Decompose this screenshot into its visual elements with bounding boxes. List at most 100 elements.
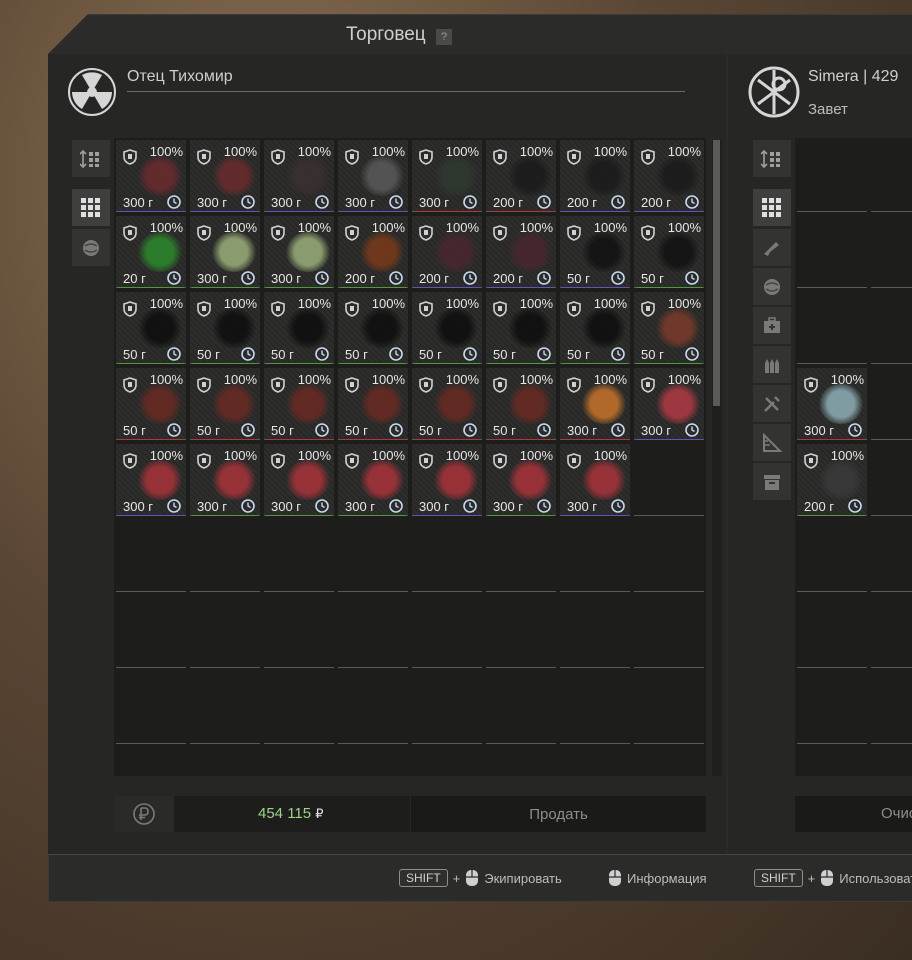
help-button[interactable]: ? [436,29,452,45]
sort-button[interactable] [72,140,110,177]
inventory-cell[interactable]: 100% 300 г [264,444,334,516]
inventory-cell[interactable] [871,520,912,592]
inventory-cell[interactable] [412,672,482,744]
inventory-cell[interactable]: 100% 50 г [560,292,630,364]
inventory-cell[interactable] [338,672,408,744]
inventory-cell[interactable]: 100% 50 г [338,292,408,364]
inventory-cell[interactable]: 100% 50 г [190,368,260,440]
inventory-cell[interactable] [486,672,556,744]
shield-icon [123,225,137,241]
inventory-cell[interactable]: 100% 50 г [486,292,556,364]
inventory-cell[interactable] [560,520,630,592]
inventory-cell[interactable] [264,672,334,744]
inventory-cell[interactable] [486,520,556,592]
inventory-cell[interactable]: 100% 300 г [190,140,260,212]
inventory-cell[interactable]: 100% 50 г [264,292,334,364]
inventory-cell[interactable] [560,672,630,744]
inventory-cell[interactable]: 100% 300 г [264,216,334,288]
inventory-cell[interactable]: 100% 300 г [264,140,334,212]
scrollbar-thumb[interactable] [713,140,720,406]
inventory-cell[interactable]: 100% 20 г [116,216,186,288]
inventory-cell[interactable] [264,520,334,592]
inventory-cell[interactable] [871,292,912,364]
inventory-cell[interactable]: 100% 50 г [634,216,704,288]
inventory-cell[interactable] [634,444,704,516]
inventory-cell[interactable] [190,596,260,668]
inventory-cell[interactable]: 100% 50 г [190,292,260,364]
inventory-cell[interactable] [338,520,408,592]
inventory-cell[interactable] [871,140,912,212]
inventory-cell[interactable]: 100% 300 г [486,444,556,516]
inventory-cell[interactable] [116,596,186,668]
inventory-cell[interactable] [797,672,867,744]
inventory-cell[interactable]: 100% 200 г [797,444,867,516]
inventory-cell[interactable]: 100% 50 г [486,368,556,440]
inventory-cell[interactable] [486,596,556,668]
shield-icon [345,149,359,165]
inventory-cell[interactable]: 100% 300 г [116,444,186,516]
inventory-cell[interactable]: 100% 50 г [116,292,186,364]
inventory-cell[interactable]: 100% 50 г [264,368,334,440]
inventory-cell[interactable]: 100% 300 г [797,368,867,440]
inventory-cell[interactable] [797,216,867,288]
inventory-cell[interactable] [634,596,704,668]
inventory-cell[interactable]: 100% 300 г [412,140,482,212]
inventory-cell[interactable]: 100% 300 г [634,368,704,440]
player-sort-button[interactable] [753,140,791,177]
inventory-cell[interactable] [338,596,408,668]
tab-all-items[interactable] [72,189,110,226]
inventory-cell[interactable]: 100% 50 г [412,368,482,440]
inventory-cell[interactable] [797,520,867,592]
inventory-cell[interactable] [797,292,867,364]
currency-button[interactable] [114,796,174,832]
inventory-cell[interactable] [871,216,912,288]
player-tab-containers[interactable] [753,463,791,500]
inventory-cell[interactable]: 100% 200 г [634,140,704,212]
player-tab-misc[interactable] [753,424,791,461]
player-tab-weapons[interactable] [753,229,791,266]
inventory-cell[interactable] [116,672,186,744]
inventory-cell[interactable] [871,672,912,744]
inventory-cell[interactable]: 100% 200 г [486,216,556,288]
inventory-cell[interactable]: 100% 50 г [116,368,186,440]
inventory-cell[interactable]: 100% 50 г [412,292,482,364]
inventory-cell[interactable]: 100% 50 г [634,292,704,364]
inventory-cell[interactable]: 100% 300 г [338,444,408,516]
inventory-cell[interactable] [412,596,482,668]
inventory-cell[interactable]: 100% 300 г [190,444,260,516]
player-tab-artifacts[interactable] [753,268,791,305]
sell-button[interactable]: Продать [411,796,706,832]
inventory-cell[interactable] [634,520,704,592]
inventory-cell[interactable]: 100% 300 г [338,140,408,212]
player-tab-tools[interactable] [753,385,791,422]
inventory-cell[interactable]: 100% 300 г [560,444,630,516]
inventory-cell[interactable]: 100% 200 г [338,216,408,288]
inventory-cell[interactable]: 100% 50 г [560,216,630,288]
inventory-cell[interactable]: 100% 300 г [190,216,260,288]
inventory-cell[interactable] [797,596,867,668]
inventory-cell[interactable] [190,672,260,744]
inventory-cell[interactable] [634,672,704,744]
inventory-cell[interactable]: 100% 200 г [560,140,630,212]
inventory-cell[interactable] [264,596,334,668]
inventory-cell[interactable]: 100% 50 г [338,368,408,440]
inventory-cell[interactable]: 100% 300 г [412,444,482,516]
inventory-cell[interactable]: 100% 300 г [560,368,630,440]
inventory-cell[interactable]: 100% 200 г [486,140,556,212]
inventory-cell[interactable]: 100% 200 г [412,216,482,288]
player-tab-all[interactable] [753,189,791,226]
inventory-cell[interactable] [871,444,912,516]
inventory-cell[interactable] [560,596,630,668]
tab-artifacts[interactable] [72,229,110,266]
inventory-cell[interactable] [116,520,186,592]
clear-button[interactable]: Очис [795,796,912,832]
player-tab-medicine[interactable] [753,307,791,344]
inventory-cell[interactable] [871,596,912,668]
inventory-cell[interactable] [412,520,482,592]
clock-icon [167,195,181,209]
inventory-cell[interactable] [797,140,867,212]
inventory-cell[interactable] [190,520,260,592]
inventory-cell[interactable]: 100% 300 г [116,140,186,212]
inventory-cell[interactable] [871,368,912,440]
player-tab-ammo[interactable] [753,346,791,383]
